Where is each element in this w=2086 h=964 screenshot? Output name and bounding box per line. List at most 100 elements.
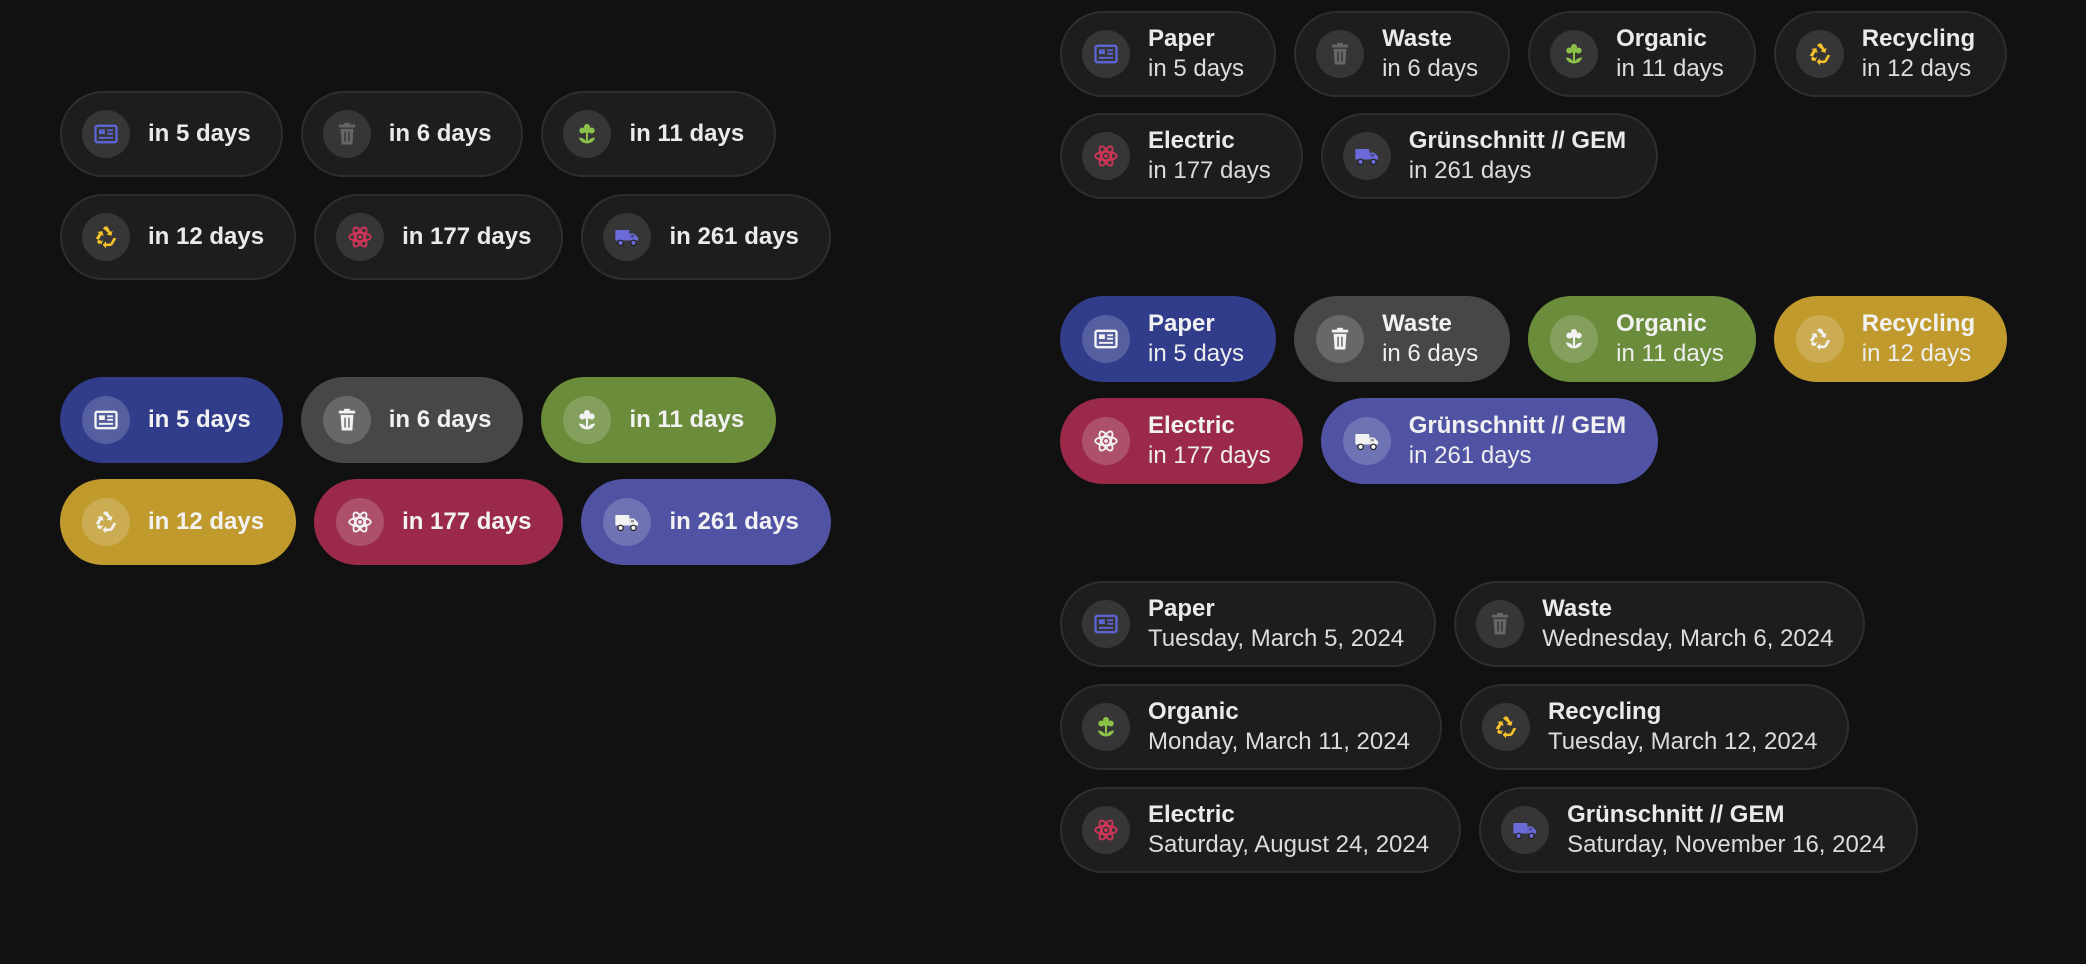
newspaper-icon	[1082, 600, 1130, 648]
chip-organic-date[interactable]: Organic Monday, March 11, 2024	[1060, 684, 1442, 770]
chip-gem-named[interactable]: Grünschnitt // GEM in 261 days	[1320, 113, 1659, 199]
chip-gem-named-colored[interactable]: Grünschnitt // GEM in 261 days	[1320, 398, 1659, 484]
chip-gem-date[interactable]: Grünschnitt // GEM Saturday, November 16,…	[1479, 787, 1918, 873]
flower-icon	[563, 396, 612, 444]
chip-date: Saturday, August 24, 2024	[1148, 831, 1430, 858]
named-dark-row-2: Electric in 177 days Grünschnitt // GEM in…	[1060, 113, 1659, 199]
chip-waste-named[interactable]: Waste in 6 days	[1294, 11, 1511, 97]
chip-name: Grünschnitt // GEM	[1408, 412, 1627, 439]
truck-icon	[1342, 132, 1391, 180]
chip-name: Grünschnitt // GEM	[1408, 127, 1627, 154]
atom-icon	[336, 498, 385, 546]
chip-label: in 5 days	[148, 406, 251, 433]
chip-name: Electric	[1148, 412, 1235, 439]
chip-name: Recycling	[1861, 310, 1976, 337]
chip-date: in 261 days	[1408, 157, 1532, 184]
chip-organic-named[interactable]: Organic in 11 days	[1528, 11, 1756, 97]
compact-dark-row-1: in 5 days in 6 days in 11 days	[60, 91, 777, 177]
named-dark-row-1: Paper in 5 days Waste in 6 days Organic in …	[1060, 11, 2008, 97]
chip-recycling-date[interactable]: Recycling Tuesday, March 12, 2024	[1459, 684, 1850, 770]
compact-colored-row-2: in 12 days in 177 days in 261 days	[60, 479, 831, 565]
chip-gem[interactable]: in 261 days	[581, 194, 831, 280]
chip-name: Organic	[1148, 698, 1239, 725]
chip-label: in 12 days	[148, 223, 265, 250]
compact-colored-row-1: in 5 days in 6 days in 11 days	[60, 377, 777, 463]
newspaper-icon	[1082, 315, 1130, 363]
chip-recycling-named[interactable]: Recycling in 12 days	[1773, 11, 2008, 97]
chip-waste-named-colored[interactable]: Waste in 6 days	[1294, 296, 1511, 382]
chip-electric-colored[interactable]: in 177 days	[314, 479, 564, 565]
newspaper-icon	[82, 396, 130, 444]
recycle-icon	[82, 213, 130, 261]
trash-can-icon	[322, 396, 371, 444]
recycle-icon	[1481, 703, 1530, 751]
chip-date: Saturday, November 16, 2024	[1567, 831, 1886, 858]
chip-date: in 12 days	[1861, 55, 1972, 82]
trash-can-icon	[1316, 315, 1365, 363]
flower-icon	[1082, 703, 1130, 751]
truck-icon	[603, 498, 652, 546]
chip-date: in 261 days	[1408, 442, 1532, 469]
chip-name: Recycling	[1547, 698, 1662, 725]
atom-icon	[1082, 806, 1130, 854]
chip-name: Organic	[1616, 310, 1707, 337]
chip-name: Organic	[1616, 25, 1707, 52]
chip-name: Grünschnitt // GEM	[1567, 801, 1785, 828]
chip-electric-named-colored[interactable]: Electric in 177 days	[1060, 398, 1303, 484]
chip-recycling-colored[interactable]: in 12 days	[60, 479, 297, 565]
chip-label: in 177 days	[402, 508, 532, 535]
chip-paper-named[interactable]: Paper in 5 days	[1060, 11, 1277, 97]
named-dates-row-2: Organic Monday, March 11, 2024 Recycling T…	[1060, 684, 1850, 770]
recycle-icon	[82, 498, 130, 546]
named-colored-row-1: Paper in 5 days Waste in 6 days Organic in …	[1060, 296, 2008, 382]
chip-name: Paper	[1148, 595, 1215, 622]
chip-label: in 11 days	[629, 120, 745, 147]
chip-date: Tuesday, March 12, 2024	[1547, 728, 1818, 755]
chip-label: in 6 days	[388, 406, 492, 433]
chip-date: in 177 days	[1148, 157, 1271, 184]
chip-waste-colored[interactable]: in 6 days	[300, 377, 524, 463]
chip-name: Electric	[1148, 127, 1235, 154]
trash-can-icon	[322, 110, 371, 158]
chip-gem-colored[interactable]: in 261 days	[581, 479, 831, 565]
chip-electric-named[interactable]: Electric in 177 days	[1060, 113, 1303, 199]
chip-name: Paper	[1148, 310, 1215, 337]
named-dates-row-1: Paper Tuesday, March 5, 2024 Waste Wednesd…	[1060, 581, 1866, 667]
chip-date: in 5 days	[1148, 55, 1245, 82]
chip-date: in 11 days	[1616, 55, 1724, 82]
chip-organic-named-colored[interactable]: Organic in 11 days	[1528, 296, 1756, 382]
atom-icon	[1082, 417, 1130, 465]
chip-date: in 12 days	[1861, 340, 1972, 367]
chip-paper-named-colored[interactable]: Paper in 5 days	[1060, 296, 1277, 382]
chip-date: in 177 days	[1148, 442, 1271, 469]
chip-date: in 6 days	[1382, 55, 1479, 82]
recycle-icon	[1795, 30, 1844, 78]
chip-organic-colored[interactable]: in 11 days	[541, 377, 777, 463]
flower-icon	[1550, 30, 1599, 78]
chip-organic[interactable]: in 11 days	[541, 91, 777, 177]
chip-label: in 261 days	[669, 508, 799, 535]
chip-recycling-named-colored[interactable]: Recycling in 12 days	[1773, 296, 2008, 382]
chip-label: in 11 days	[629, 406, 745, 433]
chip-electric-date[interactable]: Electric Saturday, August 24, 2024	[1060, 787, 1462, 873]
chip-paper-colored[interactable]: in 5 days	[60, 377, 283, 463]
chip-name: Waste	[1542, 595, 1612, 622]
chip-waste-date[interactable]: Waste Wednesday, March 6, 2024	[1454, 581, 1866, 667]
flower-icon	[1550, 315, 1599, 363]
chip-recycling[interactable]: in 12 days	[60, 194, 297, 280]
truck-icon	[1342, 417, 1391, 465]
chip-name: Electric	[1148, 801, 1235, 828]
recycle-icon	[1795, 315, 1844, 363]
flower-icon	[563, 110, 612, 158]
chip-label: in 6 days	[388, 120, 492, 147]
atom-icon	[336, 213, 385, 261]
truck-icon	[603, 213, 652, 261]
chip-paper-date[interactable]: Paper Tuesday, March 5, 2024	[1060, 581, 1437, 667]
chip-waste[interactable]: in 6 days	[300, 91, 524, 177]
newspaper-icon	[82, 110, 130, 158]
chip-name: Waste	[1382, 25, 1452, 52]
chip-name: Paper	[1148, 25, 1215, 52]
chip-electric[interactable]: in 177 days	[314, 194, 564, 280]
chip-paper[interactable]: in 5 days	[60, 91, 283, 177]
chip-label: in 177 days	[402, 223, 532, 250]
